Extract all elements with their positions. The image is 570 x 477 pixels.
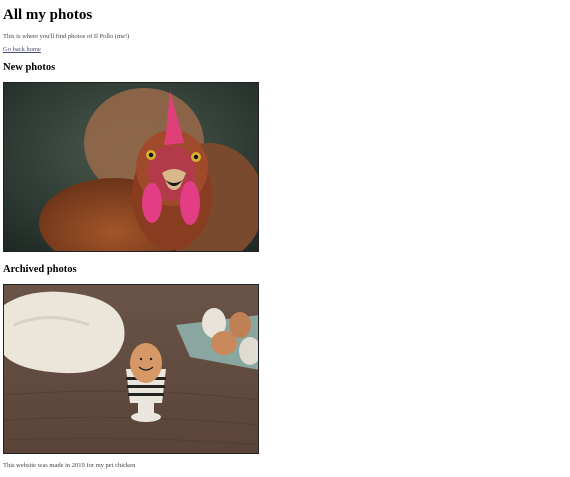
footer-text: This website was made in 2019 for my pet…: [3, 462, 136, 469]
egg-photo-illustration: [4, 285, 258, 453]
archived-photos-heading: Archived photos: [3, 264, 77, 275]
page-title: All my photos: [3, 7, 93, 23]
egg-photo: [3, 284, 259, 454]
new-photos-heading: New photos: [3, 62, 56, 73]
chicken-photo: [3, 82, 259, 252]
go-back-home-link[interactable]: Go back home: [3, 46, 41, 53]
chicken-photo-illustration: [4, 83, 258, 251]
intro-text: This is where you'll find photos of Il P…: [3, 33, 130, 40]
